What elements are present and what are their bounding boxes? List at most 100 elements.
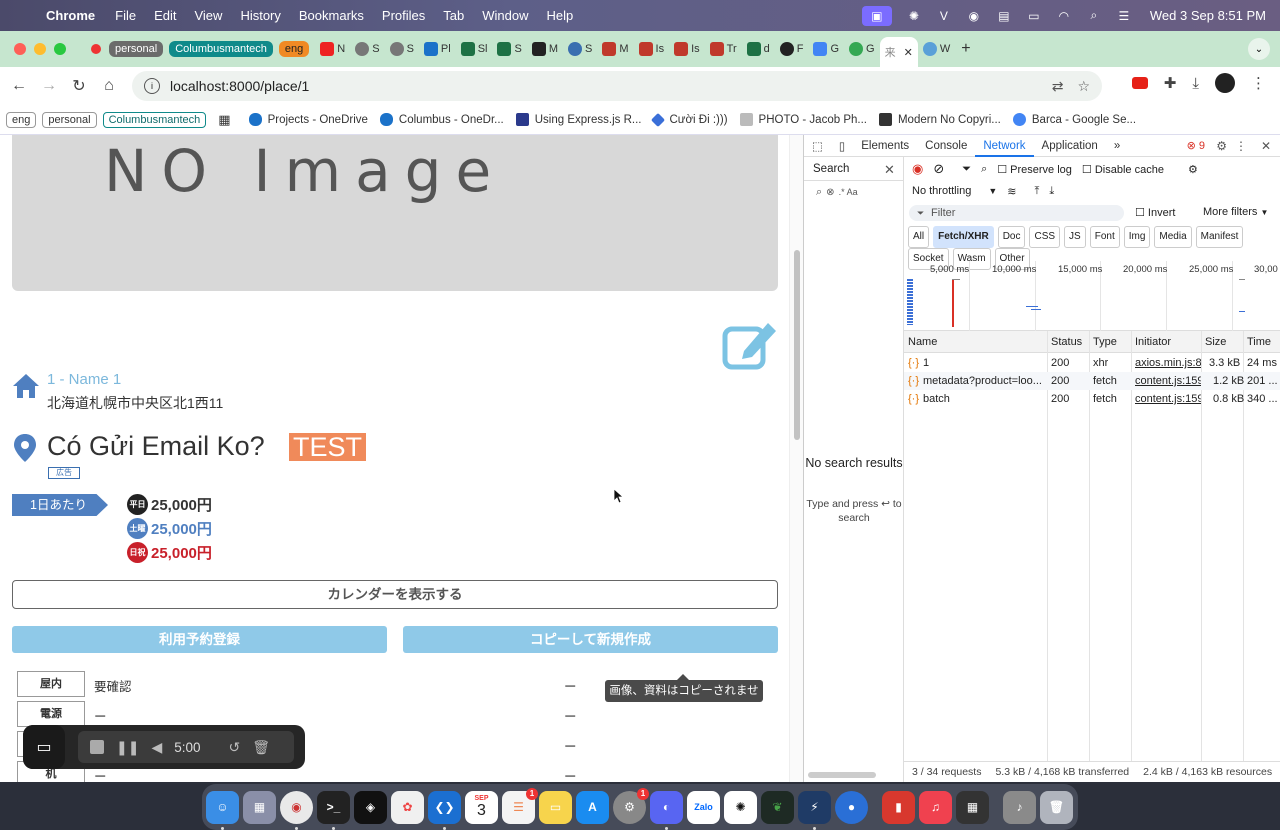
vpn-icon[interactable]: V [936, 9, 952, 23]
close-tab-icon[interactable]: ✕ [904, 46, 913, 59]
close-devtools-icon[interactable]: ✕ [1261, 139, 1271, 153]
notes-icon[interactable]: ▭ [539, 790, 572, 824]
bookmark-group-personal[interactable]: personal [42, 111, 97, 128]
menu-edit[interactable]: Edit [154, 8, 176, 23]
music-icon[interactable]: ♫ [919, 790, 952, 824]
photos-icon[interactable]: ✿ [391, 790, 424, 824]
chrome-menu-icon[interactable]: ⋮ [1251, 74, 1266, 92]
bookmark-item[interactable]: Columbus - OneDr... [379, 113, 504, 126]
more-tabs-icon[interactable]: » [1106, 140, 1128, 152]
chip-css[interactable]: CSS [1029, 226, 1061, 248]
search-options[interactable]: .* Aa [839, 187, 858, 197]
keyboard-icon[interactable]: ▤ [996, 9, 1012, 23]
menu-history[interactable]: History [240, 8, 280, 23]
bookmark-star-icon[interactable]: ☆ [1077, 78, 1090, 95]
clear-search-icon[interactable]: ⊗ [826, 187, 834, 198]
col-status[interactable]: Status [1051, 336, 1082, 348]
pause-icon[interactable]: ❚❚ [116, 739, 139, 756]
restart-icon[interactable]: ↺ [229, 739, 241, 756]
page-scroll-thumb[interactable] [794, 250, 800, 440]
throttling-select[interactable]: No throttling ▼ [912, 185, 997, 197]
bookmark-group-columbusmantech[interactable]: Columbusmantech [102, 111, 207, 128]
tab-item[interactable]: F [775, 36, 809, 62]
tab-item[interactable]: S [492, 36, 526, 62]
network-conditions-icon[interactable]: ≋ [1007, 185, 1016, 198]
spotlight-search-icon[interactable]: ⌕ [1086, 8, 1102, 23]
battery-icon[interactable]: ▭ [1026, 9, 1042, 23]
trash-icon[interactable]: 🗑 [252, 739, 270, 756]
download-icon[interactable]: ⤓ [1192, 75, 1199, 92]
wifi-icon[interactable]: ◠ [1056, 9, 1072, 23]
request-initiator[interactable]: content.js:159 [1135, 393, 1201, 405]
downloads-folder-icon[interactable]: ♪ [1003, 790, 1036, 824]
zalo-icon[interactable]: Zalo [687, 790, 720, 824]
menu-app-name[interactable]: Chrome [46, 8, 95, 23]
chip-font[interactable]: Font [1089, 226, 1120, 248]
invert-checkbox[interactable]: ☐ Invert [1135, 206, 1175, 219]
finder-icon[interactable]: ☺ [206, 790, 239, 830]
menu-bookmarks[interactable]: Bookmarks [299, 8, 364, 23]
translate-icon[interactable]: ⇄ [1052, 78, 1064, 95]
bookmark-item[interactable]: Barca - Google Se... [1012, 113, 1136, 126]
tab-item[interactable]: Is [669, 36, 705, 62]
bookmark-item[interactable]: Cười Đi :))) [651, 112, 728, 127]
launchpad-icon[interactable]: ▦ [243, 790, 276, 824]
tab-item[interactable]: S [563, 36, 597, 62]
tab-item[interactable]: Pl [419, 36, 456, 62]
tab-application[interactable]: Application [1034, 140, 1106, 152]
tab-item[interactable]: S [385, 36, 419, 62]
request-name[interactable]: batch [923, 393, 1045, 405]
bookmark-item[interactable]: PHOTO - Jacob Ph... [739, 113, 867, 126]
stop-icon[interactable] [90, 740, 104, 754]
menu-profiles[interactable]: Profiles [382, 8, 425, 23]
tab-active[interactable]: 来 ✕ [879, 37, 918, 67]
filter-icon[interactable]: ⏷ [962, 163, 971, 176]
extensions-icon[interactable]: ✚ [1164, 74, 1177, 92]
profile-avatar[interactable] [1215, 73, 1235, 93]
request-initiator[interactable]: axios.min.js:8 [1135, 357, 1201, 369]
tab-item[interactable]: d [742, 36, 775, 62]
settings-gear-icon[interactable]: ⚙ [1216, 139, 1227, 153]
device-toolbar-icon[interactable]: ▯ [831, 139, 853, 153]
tab-item[interactable]: N [315, 36, 350, 62]
account-icon[interactable]: ◉ [966, 9, 982, 23]
rewind-icon[interactable]: ◀ [151, 739, 162, 756]
record-icon[interactable]: ◉ [912, 161, 923, 177]
tab-item[interactable]: M [597, 36, 633, 62]
table-row[interactable]: {·} 1 200 xhr axios.min.js:8 3.3 kB 24 m… [904, 354, 1280, 372]
request-name[interactable]: 1 [923, 357, 1045, 369]
chatgpt-icon[interactable]: ✺ [724, 790, 757, 824]
clear-icon[interactable]: ⊘ [933, 161, 944, 177]
network-tool-icon[interactable]: ⚡ [798, 790, 831, 830]
vscode-icon[interactable]: ❮❯ [428, 790, 461, 830]
copy-new-button[interactable]: コピーして新規作成 [403, 626, 778, 653]
address-bar[interactable]: i localhost:8000/place/1 ⇄ ☆ [132, 71, 1102, 101]
chip-media[interactable]: Media [1154, 226, 1192, 248]
url-text[interactable]: localhost:8000/place/1 [170, 78, 309, 94]
request-initiator[interactable]: content.js:159 [1135, 375, 1201, 387]
menu-help[interactable]: Help [547, 8, 574, 23]
edit-icon[interactable] [722, 315, 780, 373]
tab-item[interactable]: Tr [705, 36, 742, 62]
tab-item[interactable]: G [844, 36, 880, 62]
export-har-icon[interactable]: ⤓ [1049, 185, 1054, 198]
search-scrollbar[interactable] [808, 772, 876, 778]
tab-group-columbusmantech[interactable]: Columbusmantech [169, 41, 273, 57]
new-tab-button[interactable]: + [961, 40, 970, 58]
bookmark-group-eng[interactable]: eng [6, 111, 37, 128]
filter-input[interactable]: ⏷ Filter [909, 205, 1124, 221]
tab-item[interactable]: S [350, 36, 384, 62]
tab-group-eng[interactable]: eng [278, 41, 310, 57]
app-store-icon[interactable]: A [576, 790, 609, 824]
menu-view[interactable]: View [194, 8, 222, 23]
chip-all[interactable]: All [908, 226, 930, 248]
search-input[interactable]: ⌕ ⊗ .* Aa [804, 181, 903, 203]
request-name[interactable]: metadata?product=loo... [923, 375, 1045, 387]
close-search-icon[interactable]: ✕ [884, 162, 895, 178]
tab-pinned[interactable] [86, 36, 109, 62]
bookmark-item[interactable]: Projects - OneDrive [248, 113, 368, 126]
network-settings-icon[interactable]: ⚙ [1188, 163, 1198, 176]
chip-manifest[interactable]: Manifest [1195, 226, 1244, 248]
devtools-menu-icon[interactable]: ⋮ [1235, 139, 1247, 153]
menu-tab[interactable]: Tab [443, 8, 464, 23]
